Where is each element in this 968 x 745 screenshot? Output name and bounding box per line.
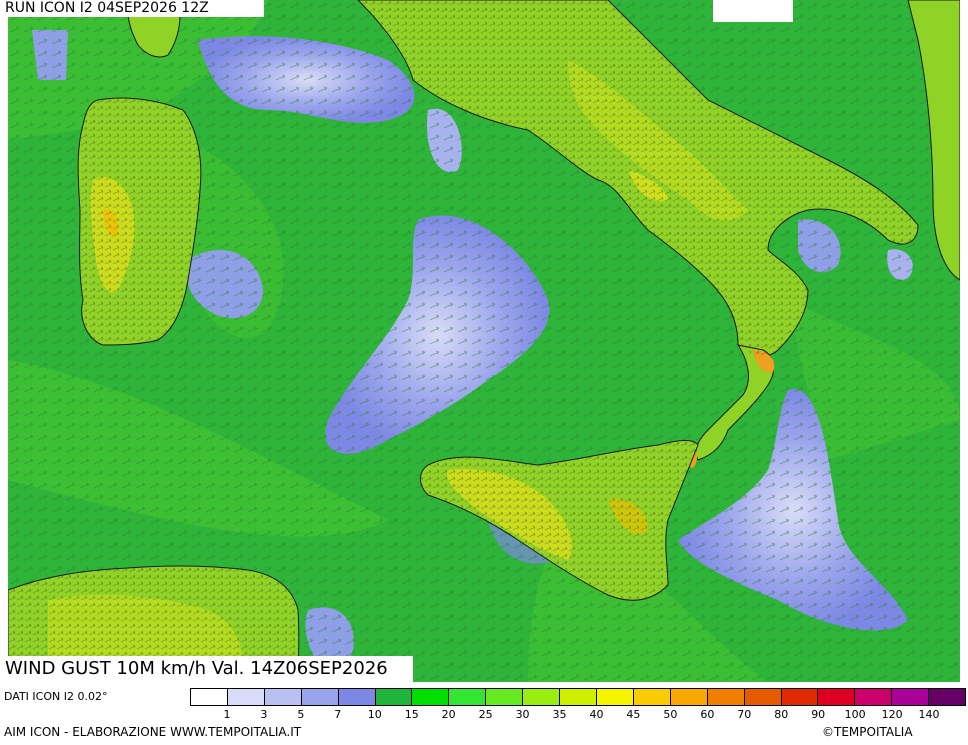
legend-tick: 15 <box>404 708 419 721</box>
legend-swatch <box>227 689 265 705</box>
legend-tick: 1 <box>223 708 231 721</box>
legend-swatch <box>892 689 930 705</box>
legend-swatch <box>486 689 524 705</box>
legend-tick: 30 <box>515 708 530 721</box>
legend-tick: 120 <box>881 708 903 721</box>
legend-tick-labels: 1 3 5 7 10 15 20 25 30 35 40 45 50 60 70 80 90 100 120 140 <box>190 708 966 722</box>
legend-swatch <box>929 689 966 705</box>
legend-tick: 50 <box>663 708 678 721</box>
map-canvas <box>8 0 960 682</box>
legend-tick: 3 <box>260 708 268 721</box>
legend-swatch <box>338 689 376 705</box>
copyright-label: ©TEMPOITALIA <box>822 725 913 739</box>
legend-swatch <box>412 689 450 705</box>
legend-swatch <box>707 689 745 705</box>
legend-swatch <box>781 689 819 705</box>
legend-tick: 40 <box>589 708 604 721</box>
legend-swatch <box>818 689 856 705</box>
legend-swatch <box>449 689 487 705</box>
wind-gust-map <box>8 0 960 682</box>
legend-swatch <box>523 689 561 705</box>
legend-swatch <box>264 689 302 705</box>
legend-swatch <box>301 689 339 705</box>
legend-swatch <box>744 689 782 705</box>
legend-tick: 80 <box>774 708 789 721</box>
legend-tick: 7 <box>334 708 342 721</box>
legend-swatch <box>191 689 228 705</box>
legend-tick: 10 <box>367 708 382 721</box>
legend-tick: 140 <box>918 708 940 721</box>
legend-swatch <box>855 689 893 705</box>
corner-mask <box>713 0 793 22</box>
map-title: WIND GUST 10M km/h Val. 14Z06SEP2026 <box>0 656 413 682</box>
legend-tick: 35 <box>552 708 567 721</box>
legend-tick: 90 <box>811 708 826 721</box>
legend-swatch <box>560 689 597 705</box>
legend-swatch <box>633 689 671 705</box>
legend-tick: 70 <box>737 708 752 721</box>
legend-swatch <box>375 689 413 705</box>
legend-swatch <box>670 689 708 705</box>
color-legend <box>190 688 966 706</box>
legend-tick: 5 <box>297 708 305 721</box>
legend-swatch <box>596 689 634 705</box>
credit-label: AIM ICON - ELABORAZIONE WWW.TEMPOITALIA.… <box>4 725 302 739</box>
data-source-label: DATI ICON I2 0.02° <box>4 690 108 703</box>
legend-tick: 100 <box>844 708 866 721</box>
legend-tick: 60 <box>700 708 715 721</box>
legend-tick: 45 <box>626 708 641 721</box>
legend-tick: 20 <box>441 708 456 721</box>
legend-tick: 25 <box>478 708 493 721</box>
run-label: RUN ICON I2 04SEP2026 12Z <box>0 0 264 17</box>
